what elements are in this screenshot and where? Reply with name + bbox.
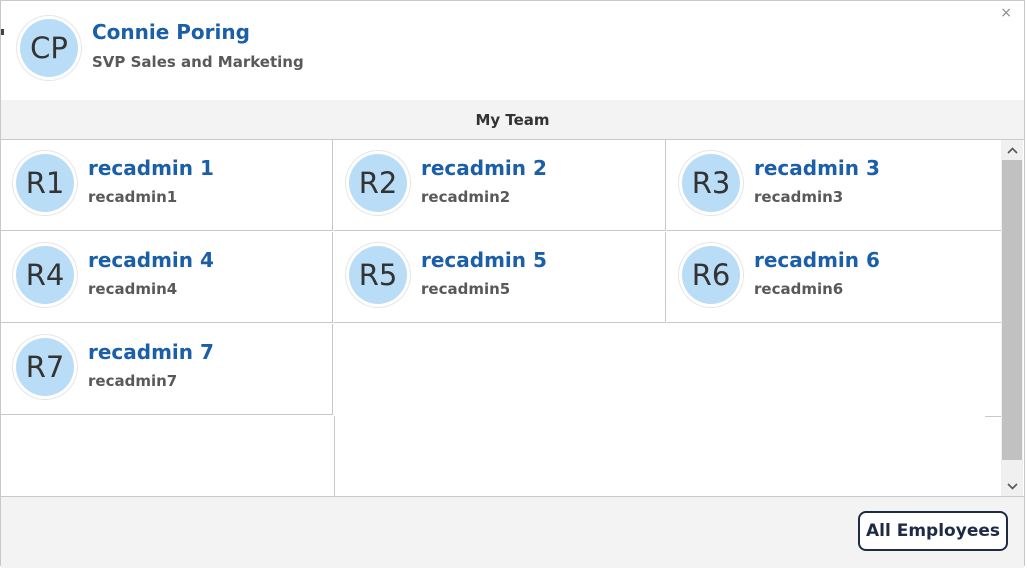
footer-bar: All Employees bbox=[1, 496, 1024, 568]
team-member-name[interactable]: recadmin 6 bbox=[754, 248, 880, 272]
team-member-card[interactable]: R1 recadmin 1 recadmin1 bbox=[1, 140, 333, 231]
team-member-card[interactable]: R4 recadmin 4 recadmin4 bbox=[1, 232, 333, 323]
team-member-card[interactable]: R3 recadmin 3 recadmin3 bbox=[667, 140, 1001, 231]
team-member-name[interactable]: recadmin 1 bbox=[88, 156, 214, 180]
team-scrollbar[interactable] bbox=[1001, 140, 1023, 496]
team-member-name[interactable]: recadmin 2 bbox=[421, 156, 547, 180]
all-employees-button[interactable]: All Employees bbox=[858, 511, 1008, 551]
team-member-username: recadmin6 bbox=[754, 280, 844, 298]
profile-title: SVP Sales and Marketing bbox=[92, 53, 304, 71]
avatar: R6 bbox=[682, 246, 740, 304]
avatar: R2 bbox=[349, 154, 407, 212]
profile-name[interactable]: Connie Poring bbox=[92, 20, 250, 44]
avatar: R3 bbox=[682, 154, 740, 212]
team-member-card[interactable]: R5 recadmin 5 recadmin5 bbox=[334, 232, 666, 323]
team-member-username: recadmin2 bbox=[421, 188, 511, 206]
grid-divider bbox=[334, 416, 335, 496]
team-member-name[interactable]: recadmin 4 bbox=[88, 248, 214, 272]
team-grid: R1 recadmin 1 recadmin1 R2 recadmin 2 re… bbox=[1, 140, 1001, 496]
avatar: CP bbox=[20, 19, 78, 77]
scrollbar-thumb[interactable] bbox=[1002, 160, 1022, 460]
chevron-up-icon[interactable] bbox=[1001, 140, 1023, 160]
avatar: R7 bbox=[16, 338, 74, 396]
team-member-username: recadmin1 bbox=[88, 188, 178, 206]
avatar: R5 bbox=[349, 246, 407, 304]
team-member-name[interactable]: recadmin 7 bbox=[88, 340, 214, 364]
team-member-name[interactable]: recadmin 3 bbox=[754, 156, 880, 180]
team-member-card[interactable]: R2 recadmin 2 recadmin2 bbox=[334, 140, 666, 231]
team-popup: × CP Connie Poring SVP Sales and Marketi… bbox=[0, 0, 1025, 568]
profile-header: CP Connie Poring SVP Sales and Marketing bbox=[1, 1, 1024, 101]
team-member-username: recadmin5 bbox=[421, 280, 511, 298]
team-member-username: recadmin4 bbox=[88, 280, 178, 298]
team-member-card[interactable]: R6 recadmin 6 recadmin6 bbox=[667, 232, 1001, 323]
team-member-card[interactable]: R7 recadmin 7 recadmin7 bbox=[1, 324, 333, 415]
team-member-name[interactable]: recadmin 5 bbox=[421, 248, 547, 272]
avatar: R4 bbox=[16, 246, 74, 304]
grid-divider bbox=[985, 416, 1001, 417]
team-section-title: My Team bbox=[1, 100, 1024, 140]
team-member-username: recadmin3 bbox=[754, 188, 844, 206]
avatar: R1 bbox=[16, 154, 74, 212]
chevron-down-icon[interactable] bbox=[1001, 476, 1023, 496]
team-member-username: recadmin7 bbox=[88, 372, 178, 390]
